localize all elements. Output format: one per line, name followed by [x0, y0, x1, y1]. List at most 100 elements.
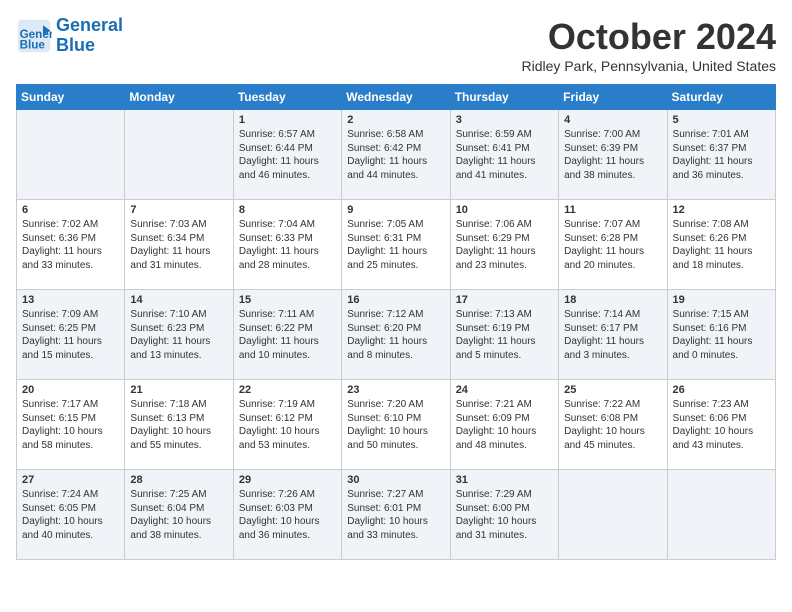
day-number: 16 — [347, 294, 444, 306]
col-header-thursday: Thursday — [450, 85, 558, 110]
day-info: Sunrise: 7:20 AM Sunset: 6:10 PM Dayligh… — [347, 398, 444, 452]
day-info: Sunrise: 7:25 AM Sunset: 6:04 PM Dayligh… — [130, 488, 227, 542]
day-info: Sunrise: 7:15 AM Sunset: 6:16 PM Dayligh… — [673, 308, 770, 362]
page-header: General Blue GeneralBlue October 2024 Ri… — [16, 16, 776, 74]
week-row-3: 13 Sunrise: 7:09 AM Sunset: 6:25 PM Dayli… — [17, 290, 776, 380]
day-info: Sunrise: 7:04 AM Sunset: 6:33 PM Dayligh… — [239, 218, 336, 272]
calendar-header: SundayMondayTuesdayWednesdayThursdayFrid… — [17, 85, 776, 110]
day-cell: 8 Sunrise: 7:04 AM Sunset: 6:33 PM Daylig… — [233, 200, 341, 290]
day-info: Sunrise: 7:00 AM Sunset: 6:39 PM Dayligh… — [564, 128, 661, 182]
day-cell — [667, 470, 775, 560]
day-cell: 20 Sunrise: 7:17 AM Sunset: 6:15 PM Dayli… — [17, 380, 125, 470]
day-number: 15 — [239, 294, 336, 306]
day-info: Sunrise: 6:58 AM Sunset: 6:42 PM Dayligh… — [347, 128, 444, 182]
day-info: Sunrise: 7:03 AM Sunset: 6:34 PM Dayligh… — [130, 218, 227, 272]
week-row-1: 1 Sunrise: 6:57 AM Sunset: 6:44 PM Daylig… — [17, 110, 776, 200]
day-cell: 31 Sunrise: 7:29 AM Sunset: 6:00 PM Dayli… — [450, 470, 558, 560]
day-number: 31 — [456, 474, 553, 486]
day-cell: 1 Sunrise: 6:57 AM Sunset: 6:44 PM Daylig… — [233, 110, 341, 200]
col-header-wednesday: Wednesday — [342, 85, 450, 110]
day-info: Sunrise: 7:13 AM Sunset: 6:19 PM Dayligh… — [456, 308, 553, 362]
day-cell: 18Sunrise: 7:14 AM Sunset: 6:17 PM Dayli… — [559, 290, 667, 380]
calendar-body: 1 Sunrise: 6:57 AM Sunset: 6:44 PM Daylig… — [17, 110, 776, 560]
day-info: Sunrise: 7:17 AM Sunset: 6:15 PM Dayligh… — [22, 398, 119, 452]
day-cell: 5Sunrise: 7:01 AM Sunset: 6:37 PM Daylig… — [667, 110, 775, 200]
day-info: Sunrise: 7:07 AM Sunset: 6:28 PM Dayligh… — [564, 218, 661, 272]
day-number: 26 — [673, 384, 770, 396]
day-cell — [17, 110, 125, 200]
day-info: Sunrise: 7:08 AM Sunset: 6:26 PM Dayligh… — [673, 218, 770, 272]
day-number: 3 — [456, 114, 553, 126]
day-cell: 10 Sunrise: 7:06 AM Sunset: 6:29 PM Dayli… — [450, 200, 558, 290]
day-number: 17 — [456, 294, 553, 306]
day-cell: 7Sunrise: 7:03 AM Sunset: 6:34 PM Daylig… — [125, 200, 233, 290]
day-info: Sunrise: 7:06 AM Sunset: 6:29 PM Dayligh… — [456, 218, 553, 272]
day-cell: 23 Sunrise: 7:20 AM Sunset: 6:10 PM Dayli… — [342, 380, 450, 470]
day-number: 6 — [22, 204, 119, 216]
col-header-sunday: Sunday — [17, 85, 125, 110]
day-number: 12 — [673, 204, 770, 216]
day-cell: 6 Sunrise: 7:02 AM Sunset: 6:36 PM Daylig… — [17, 200, 125, 290]
col-header-tuesday: Tuesday — [233, 85, 341, 110]
logo-text: GeneralBlue — [56, 16, 123, 56]
day-cell: 21 Sunrise: 7:18 AM Sunset: 6:13 PM Dayli… — [125, 380, 233, 470]
day-cell: 19Sunrise: 7:15 AM Sunset: 6:16 PM Dayli… — [667, 290, 775, 380]
day-cell — [559, 470, 667, 560]
day-number: 30 — [347, 474, 444, 486]
day-number: 2 — [347, 114, 444, 126]
day-cell: 15 Sunrise: 7:11 AM Sunset: 6:22 PM Dayli… — [233, 290, 341, 380]
day-cell: 22Sunrise: 7:19 AM Sunset: 6:12 PM Dayli… — [233, 380, 341, 470]
day-info: Sunrise: 7:05 AM Sunset: 6:31 PM Dayligh… — [347, 218, 444, 272]
svg-text:Blue: Blue — [20, 38, 46, 51]
day-info: Sunrise: 7:12 AM Sunset: 6:20 PM Dayligh… — [347, 308, 444, 362]
day-cell: 29 Sunrise: 7:26 AM Sunset: 6:03 PM Dayli… — [233, 470, 341, 560]
day-number: 23 — [347, 384, 444, 396]
day-cell: 28 Sunrise: 7:25 AM Sunset: 6:04 PM Dayli… — [125, 470, 233, 560]
day-info: Sunrise: 7:29 AM Sunset: 6:00 PM Dayligh… — [456, 488, 553, 542]
day-info: Sunrise: 7:11 AM Sunset: 6:22 PM Dayligh… — [239, 308, 336, 362]
day-number: 13 — [22, 294, 119, 306]
day-number: 1 — [239, 114, 336, 126]
day-cell: 4Sunrise: 7:00 AM Sunset: 6:39 PM Daylig… — [559, 110, 667, 200]
logo-icon: General Blue — [16, 18, 52, 54]
day-cell: 26 Sunrise: 7:23 AM Sunset: 6:06 PM Dayli… — [667, 380, 775, 470]
day-cell: 2 Sunrise: 6:58 AM Sunset: 6:42 PM Daylig… — [342, 110, 450, 200]
day-number: 14 — [130, 294, 227, 306]
day-cell: 30Sunrise: 7:27 AM Sunset: 6:01 PM Dayli… — [342, 470, 450, 560]
month-title: October 2024 — [522, 16, 776, 58]
day-number: 10 — [456, 204, 553, 216]
day-info: Sunrise: 7:14 AM Sunset: 6:17 PM Dayligh… — [564, 308, 661, 362]
day-number: 22 — [239, 384, 336, 396]
day-number: 27 — [22, 474, 119, 486]
day-number: 8 — [239, 204, 336, 216]
day-cell: 25Sunrise: 7:22 AM Sunset: 6:08 PM Dayli… — [559, 380, 667, 470]
day-info: Sunrise: 6:57 AM Sunset: 6:44 PM Dayligh… — [239, 128, 336, 182]
day-cell: 11Sunrise: 7:07 AM Sunset: 6:28 PM Dayli… — [559, 200, 667, 290]
day-info: Sunrise: 7:23 AM Sunset: 6:06 PM Dayligh… — [673, 398, 770, 452]
day-number: 29 — [239, 474, 336, 486]
calendar-table: SundayMondayTuesdayWednesdayThursdayFrid… — [16, 84, 776, 560]
day-number: 21 — [130, 384, 227, 396]
day-cell: 9 Sunrise: 7:05 AM Sunset: 6:31 PM Daylig… — [342, 200, 450, 290]
day-number: 28 — [130, 474, 227, 486]
day-number: 24 — [456, 384, 553, 396]
day-cell: 17 Sunrise: 7:13 AM Sunset: 6:19 PM Dayli… — [450, 290, 558, 380]
day-info: Sunrise: 7:24 AM Sunset: 6:05 PM Dayligh… — [22, 488, 119, 542]
day-info: Sunrise: 7:02 AM Sunset: 6:36 PM Dayligh… — [22, 218, 119, 272]
day-number: 9 — [347, 204, 444, 216]
col-header-monday: Monday — [125, 85, 233, 110]
day-info: Sunrise: 7:21 AM Sunset: 6:09 PM Dayligh… — [456, 398, 553, 452]
day-info: Sunrise: 6:59 AM Sunset: 6:41 PM Dayligh… — [456, 128, 553, 182]
week-row-5: 27 Sunrise: 7:24 AM Sunset: 6:05 PM Dayli… — [17, 470, 776, 560]
day-info: Sunrise: 7:09 AM Sunset: 6:25 PM Dayligh… — [22, 308, 119, 362]
day-cell: 14 Sunrise: 7:10 AM Sunset: 6:23 PM Dayli… — [125, 290, 233, 380]
location-subtitle: Ridley Park, Pennsylvania, United States — [522, 58, 776, 74]
day-info: Sunrise: 7:10 AM Sunset: 6:23 PM Dayligh… — [130, 308, 227, 362]
day-info: Sunrise: 7:26 AM Sunset: 6:03 PM Dayligh… — [239, 488, 336, 542]
day-cell: 16 Sunrise: 7:12 AM Sunset: 6:20 PM Dayli… — [342, 290, 450, 380]
day-cell: 12 Sunrise: 7:08 AM Sunset: 6:26 PM Dayli… — [667, 200, 775, 290]
day-cell: 27 Sunrise: 7:24 AM Sunset: 6:05 PM Dayli… — [17, 470, 125, 560]
day-number: 20 — [22, 384, 119, 396]
day-info: Sunrise: 7:18 AM Sunset: 6:13 PM Dayligh… — [130, 398, 227, 452]
week-row-2: 6 Sunrise: 7:02 AM Sunset: 6:36 PM Daylig… — [17, 200, 776, 290]
